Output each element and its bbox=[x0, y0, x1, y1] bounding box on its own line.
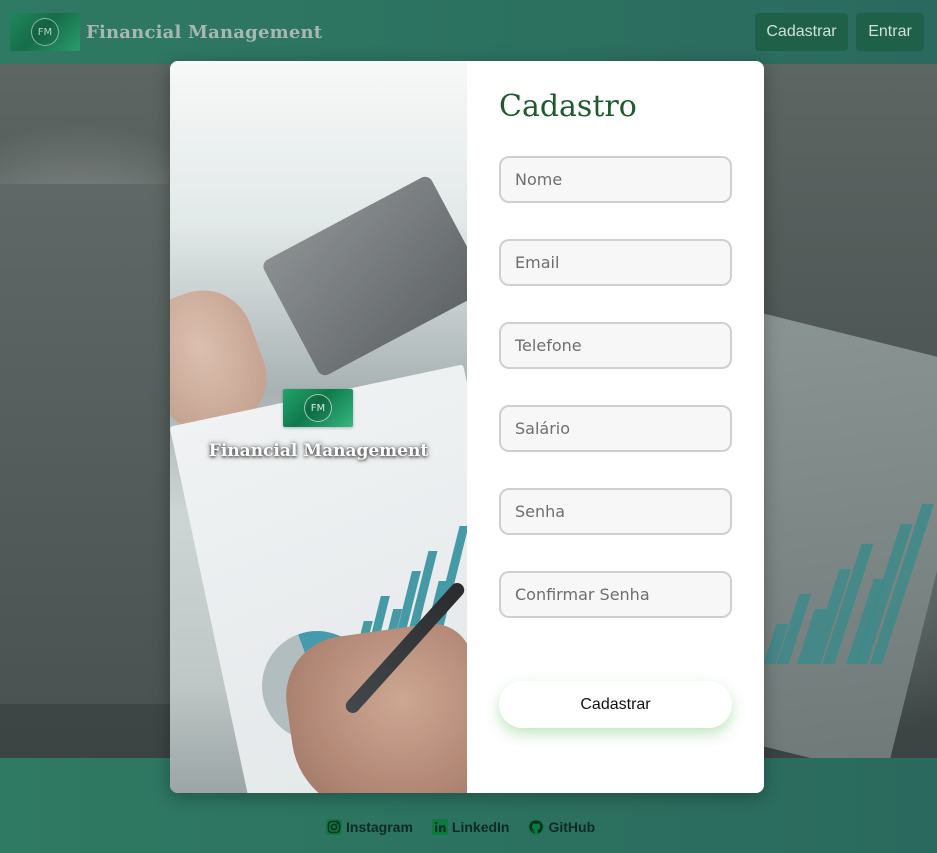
brand[interactable]: FM Financial Management bbox=[10, 13, 322, 51]
github-icon bbox=[528, 819, 545, 835]
senha-input[interactable] bbox=[499, 488, 732, 535]
brand-title: Financial Management bbox=[86, 21, 323, 43]
nome-input[interactable] bbox=[499, 156, 732, 203]
linkedin-label: LinkedIn bbox=[451, 819, 510, 835]
fm-logo-icon: FM bbox=[304, 394, 332, 422]
instagram-link[interactable]: Instagram bbox=[325, 818, 413, 836]
register-modal: FM Financial Management Cadastro Cadastr… bbox=[170, 61, 764, 793]
form-title: Cadastro bbox=[499, 89, 637, 124]
footer-social-links: Instagram LinkedIn GitHub bbox=[325, 818, 595, 836]
brand-logo: FM bbox=[10, 13, 80, 51]
modal-brand-title: Financial Management bbox=[208, 441, 429, 461]
page: FM Financial Management Cadastrar Entrar bbox=[0, 0, 937, 853]
salario-input[interactable] bbox=[499, 405, 732, 452]
modal-side-image: FM Financial Management bbox=[170, 61, 467, 793]
cadastrar-submit-button[interactable]: Cadastrar bbox=[499, 681, 732, 728]
instagram-icon bbox=[326, 819, 342, 835]
telefone-input[interactable] bbox=[499, 322, 732, 369]
linkedin-link[interactable]: LinkedIn bbox=[431, 818, 510, 836]
hero-paper-left bbox=[0, 184, 170, 704]
linkedin-icon bbox=[431, 819, 448, 835]
nav-cadastrar-button[interactable]: Cadastrar bbox=[755, 13, 848, 51]
image-overlay bbox=[170, 61, 467, 793]
fm-logo-icon: FM bbox=[31, 18, 59, 46]
instagram-label: Instagram bbox=[346, 819, 413, 835]
modal-brand-logo: FM bbox=[283, 389, 353, 427]
github-label: GitHub bbox=[548, 819, 596, 835]
confirmar-senha-input[interactable] bbox=[499, 571, 732, 618]
email-input[interactable] bbox=[499, 239, 732, 286]
top-navbar: FM Financial Management Cadastrar Entrar bbox=[0, 0, 937, 64]
hero-bar-chart-graphic bbox=[763, 464, 934, 664]
nav-entrar-button[interactable]: Entrar bbox=[856, 13, 924, 51]
github-link[interactable]: GitHub bbox=[527, 818, 595, 836]
